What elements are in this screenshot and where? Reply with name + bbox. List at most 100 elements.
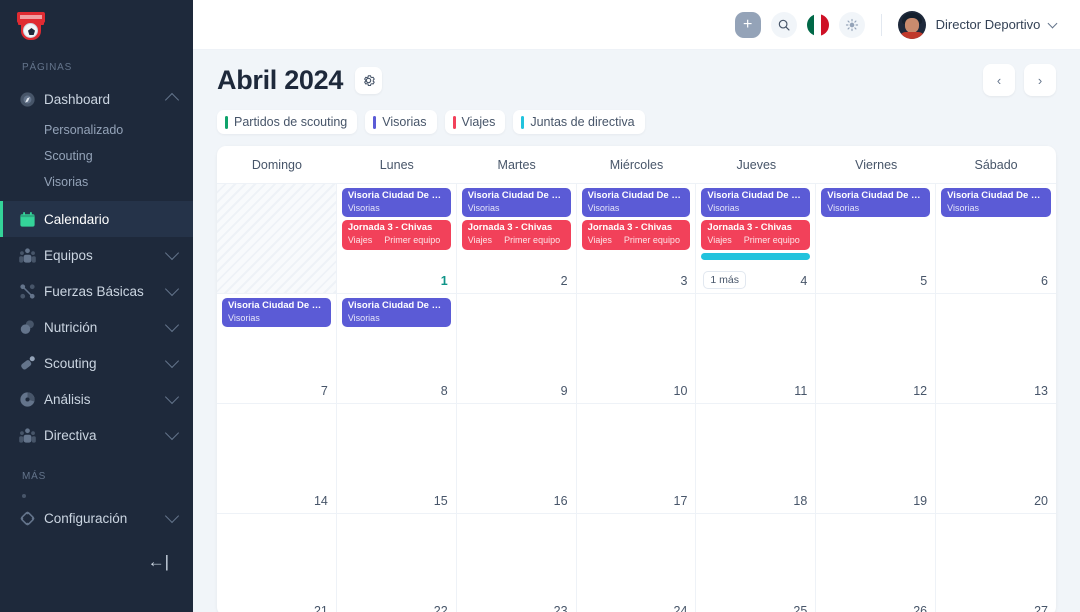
chevron-down-icon[interactable]	[164, 281, 180, 297]
calendar-day-cell[interactable]: Visoria Ciudad De M... Visorias Jornada 3 …	[696, 183, 817, 293]
sidebar-subitem-personalizado[interactable]: Personalizado	[0, 117, 193, 143]
calendar-day-cell[interactable]: Visoria Ciudad De M... Visorias 8	[336, 293, 457, 403]
chevron-down-icon[interactable]	[164, 353, 180, 369]
calendar-day-cell[interactable]: Visoria Ciudad De M... Visorias Jornada 3 …	[456, 183, 577, 293]
sidebar-item-fuerzas-basicas[interactable]: Fuerzas Básicas	[0, 273, 193, 309]
event-meta: Visorias	[348, 313, 445, 323]
app-root: PÁGINAS Dashboard Personalizado Scouting…	[0, 0, 1080, 612]
calendar-day-cell[interactable]: Visoria Ciudad De M... Visorias 7	[217, 293, 337, 403]
sidebar-item-configuracion[interactable]: Configuración	[0, 500, 193, 536]
calendar-weekday-header: Domingo Lunes Martes Miércoles Jueves Viernes…	[217, 146, 1056, 183]
chevron-down-icon	[1047, 18, 1058, 29]
sidebar-item-equipos[interactable]: Equipos	[0, 237, 193, 273]
calendar-day-number: 10	[673, 384, 688, 398]
calendar-day-cell[interactable]: 19	[816, 403, 937, 513]
calendar-day-cell[interactable]: 24	[576, 513, 697, 612]
user-avatar[interactable]	[897, 10, 926, 39]
event-meta: Viajes Primer equipo	[588, 235, 685, 245]
event-meta: Viajes Primer equipo	[348, 235, 445, 245]
calendar-day-cell[interactable]: 23	[456, 513, 577, 612]
calendar-day-cell[interactable]: 14	[217, 403, 337, 513]
chevron-down-icon[interactable]	[164, 317, 180, 333]
calendar-day-cell[interactable]: 20	[936, 403, 1056, 513]
calendar-day-cell[interactable]: Visoria Ciudad De M... Visorias 5	[816, 183, 937, 293]
calendar-day-cell[interactable]: 11	[696, 293, 817, 403]
legend-chip[interactable]: Visorias	[365, 110, 437, 134]
sidebar-item-nutricion[interactable]: Nutrición	[0, 309, 193, 345]
chevron-down-icon[interactable]	[164, 508, 180, 524]
chevron-down-icon[interactable]	[164, 245, 180, 261]
calendar-day-cell[interactable]: 27	[936, 513, 1056, 612]
calendar-event[interactable]	[701, 252, 811, 260]
sidebar-item-dashboard[interactable]: Dashboard	[0, 81, 193, 117]
calendar-day-cell[interactable]: 18	[696, 403, 817, 513]
calendar-day-cell[interactable]: 12	[816, 293, 937, 403]
more-events-badge[interactable]: 1 más	[703, 271, 747, 289]
chevron-down-icon[interactable]	[164, 425, 180, 441]
theme-toggle-button[interactable]	[838, 11, 865, 38]
sidebar-item-label: Nutrición	[44, 319, 98, 335]
calendar-day-cell[interactable]: 10	[576, 293, 697, 403]
calendar-event[interactable]: Visoria Ciudad De M... Visorias	[941, 188, 1051, 218]
calendar-day-cell[interactable]: Visoria Ciudad De M... Visorias 6	[936, 183, 1056, 293]
calendar-day-cell[interactable]: 26	[816, 513, 937, 612]
calendar-day-cell[interactable]: 17	[576, 403, 697, 513]
event-team: Primer equipo	[623, 235, 680, 246]
calendar-day-cell[interactable]: 13	[936, 293, 1056, 403]
calendar-day-number: 4	[800, 274, 808, 288]
calendar-settings-button[interactable]	[355, 66, 383, 94]
legend: Partidos de scouting Visorias Viajes Juntas…	[217, 110, 1056, 134]
mexico-flag-icon[interactable]	[806, 13, 829, 36]
calendar-event[interactable]: Visoria Ciudad De M... Visorias	[341, 188, 451, 218]
calendar-event[interactable]: Visoria Ciudad De M... Visorias	[581, 188, 691, 218]
sidebar-item-calendario[interactable]: Calendario	[0, 201, 193, 237]
add-button[interactable]: +	[734, 11, 761, 38]
calendar-day-cell[interactable]: 21	[217, 513, 337, 612]
legend-chip[interactable]: Juntas de directiva	[513, 110, 645, 134]
calendar-event[interactable]: Visoria Ciudad De M... Visorias	[461, 188, 571, 218]
calendar-event[interactable]: Visoria Ciudad De M... Visorias	[701, 188, 811, 218]
calendar-day-cell[interactable]: Visoria Ciudad De M... Visorias Jornada 3 …	[336, 183, 457, 293]
sidebar-item-label: Scouting	[44, 355, 97, 371]
sidebar-item-analisis[interactable]: Análisis	[0, 381, 193, 417]
sidebar-subitem-visorias[interactable]: Visorias	[0, 169, 193, 195]
calendar-day-cell[interactable]: 9	[456, 293, 577, 403]
event-title: Jornada 3 - Chivas	[467, 223, 553, 234]
calendar-day-cell[interactable]: 16	[456, 403, 577, 513]
event-title: Visoria Ciudad De M...	[347, 301, 445, 311]
collapse-arrow-left-icon[interactable]: ←|	[148, 553, 169, 570]
sidebar-item-directiva[interactable]: Directiva	[0, 417, 193, 453]
calendar-event[interactable]: Jornada 3 - Chivas Viajes Primer equipo	[461, 220, 571, 250]
calendar-event[interactable]: Jornada 3 - Chivas Viajes Primer equipo	[341, 220, 451, 250]
sidebar-section-more: MÁS	[22, 471, 47, 482]
compass-icon	[18, 90, 44, 109]
calendar-event[interactable]: Visoria Ciudad De M... Visorias	[821, 188, 931, 218]
event-category: Visorias	[228, 312, 260, 323]
sidebar-item-scouting[interactable]: Scouting	[0, 345, 193, 381]
user-menu[interactable]: Director Deportivo	[936, 17, 1058, 32]
calendar-day-cell[interactable]: Visoria Ciudad De M... Visorias Jornada 3 …	[576, 183, 697, 293]
prev-month-button[interactable]: ‹	[983, 64, 1015, 96]
brand-logo[interactable]	[0, 0, 193, 50]
calendar-day-cell[interactable]: 22	[336, 513, 457, 612]
sidebar-subitem-scouting[interactable]: Scouting	[0, 143, 193, 169]
calendar-day-cell[interactable]	[217, 183, 337, 293]
calendar-day-cell[interactable]: 15	[336, 403, 457, 513]
search-button[interactable]	[770, 11, 797, 38]
calendar-day-number: 23	[553, 604, 568, 612]
legend-chip[interactable]: Viajes	[444, 110, 506, 134]
team-icon	[18, 246, 44, 265]
calendar-day-cell[interactable]: 25	[696, 513, 817, 612]
calendar-event[interactable]: Visoria Ciudad De M... Visorias	[341, 298, 451, 328]
calendar-day-number: 17	[673, 494, 688, 508]
calendar-event[interactable]: Jornada 3 - Chivas Viajes Primer equipo	[581, 220, 691, 250]
legend-chip[interactable]: Partidos de scouting	[217, 110, 358, 134]
people-icon	[18, 426, 44, 445]
next-month-button[interactable]: ›	[1024, 64, 1056, 96]
chevron-down-icon[interactable]	[164, 389, 180, 405]
event-title: Visoria Ciudad De M...	[587, 191, 685, 201]
calendar-event[interactable]: Jornada 3 - Chivas Viajes Primer equipo	[701, 220, 811, 250]
event-title: Visoria Ciudad De M...	[827, 191, 925, 201]
calendar-event[interactable]: Visoria Ciudad De M... Visorias	[222, 298, 331, 328]
chevron-up-icon[interactable]	[164, 92, 180, 108]
